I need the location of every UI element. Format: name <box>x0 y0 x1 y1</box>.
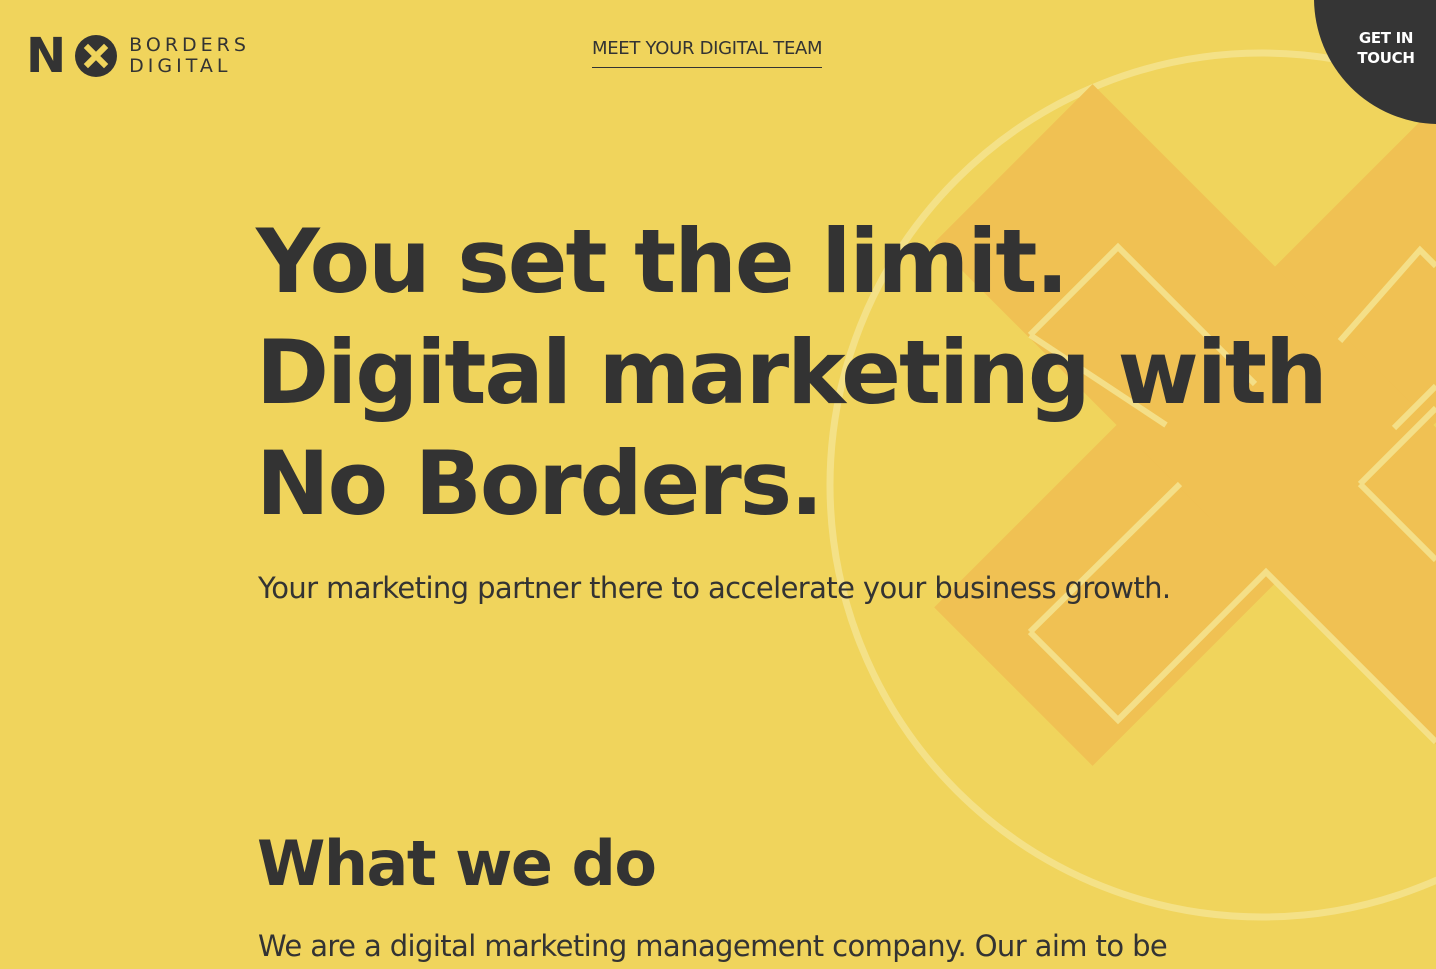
x-circle-icon <box>75 35 118 77</box>
hero-title-line-3: No Borders. <box>256 432 824 535</box>
meet-team-link[interactable]: MEET YOUR DIGITAL TEAM <box>592 38 823 68</box>
hero-title: You set the limit. Digital marketing wit… <box>256 206 1356 539</box>
page: N BORDERS DIGITAL MEET YOUR DIGITAL TEAM… <box>0 0 1436 969</box>
hero-title-line-1: You set the limit. <box>256 210 1069 313</box>
hero-title-line-2: Digital marketing with <box>256 321 1328 424</box>
hero-subtitle: Your marketing partner there to accelera… <box>258 571 1171 605</box>
logo-letter: N <box>26 28 66 84</box>
brand-logo[interactable]: N BORDERS DIGITAL <box>26 32 250 80</box>
logo-word-top: BORDERS <box>129 34 250 56</box>
logo-wordmark: BORDERS DIGITAL <box>129 35 250 77</box>
get-in-touch-label[interactable]: GET IN TOUCH <box>1340 28 1432 68</box>
what-we-do-body: We are a digital marketing management co… <box>258 929 1168 963</box>
what-we-do-heading: What we do <box>257 827 657 900</box>
logo-word-bottom: DIGITAL <box>129 55 232 77</box>
